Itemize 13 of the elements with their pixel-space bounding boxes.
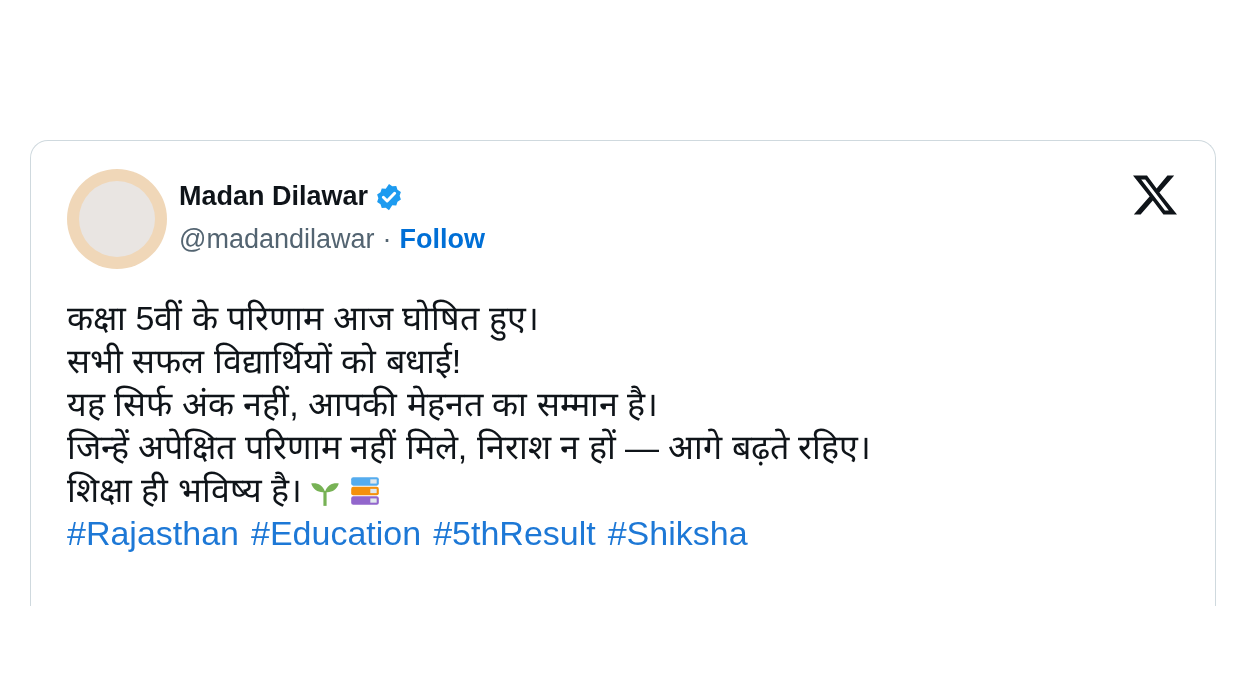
hashtag-link[interactable]: #Shiksha: [607, 512, 748, 555]
hashtag-link[interactable]: #5thResult: [433, 512, 596, 555]
tweet-text-line: सभी सफल विद्यार्थियों को बधाई!: [67, 341, 462, 382]
separator-dot: ·: [382, 224, 392, 255]
hashtag-link[interactable]: #Rajasthan: [67, 512, 239, 555]
tweet-text-line: जिन्हें अपेक्षित परिणाम नहीं मिले, निराश न हों — आगे बढ़ते रहिए।: [67, 427, 872, 468]
tweet-text-line: कक्षा 5वीं के परिणाम आज घोषित हुए।: [67, 297, 539, 340]
hashtag-link[interactable]: #Education: [251, 512, 422, 555]
author-handle[interactable]: @madandilawar: [179, 224, 375, 255]
tweet-text-line: शिक्षा ही भविष्य है।: [67, 470, 303, 511]
follow-link[interactable]: Follow: [399, 224, 485, 255]
tweet-text-line: यह सिर्फ अंक नहीं, आपकी मेहनत का सम्मान है।: [67, 384, 659, 425]
author-name[interactable]: Madan Dilawar: [179, 181, 369, 212]
